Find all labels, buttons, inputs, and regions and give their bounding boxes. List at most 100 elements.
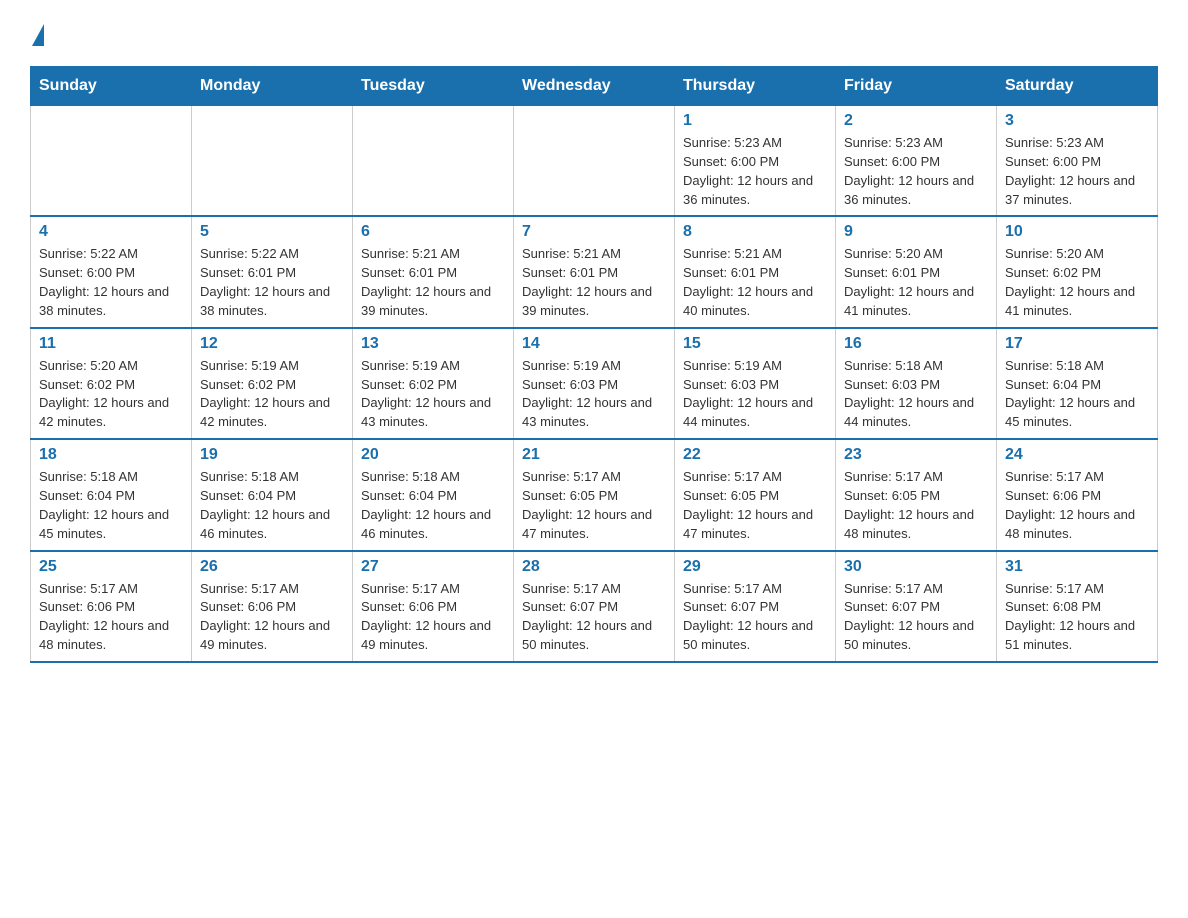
day-number: 12: [200, 335, 344, 353]
day-number: 31: [1005, 558, 1149, 576]
day-info: Sunrise: 5:17 AM Sunset: 6:06 PM Dayligh…: [39, 580, 183, 655]
day-info: Sunrise: 5:17 AM Sunset: 6:05 PM Dayligh…: [683, 468, 827, 543]
calendar-cell: 19 Sunrise: 5:18 AM Sunset: 6:04 PM Dayli…: [192, 439, 353, 550]
day-number: 11: [39, 335, 183, 353]
day-number: 14: [522, 335, 666, 353]
day-info: Sunrise: 5:19 AM Sunset: 6:02 PM Dayligh…: [200, 357, 344, 432]
day-number: 21: [522, 446, 666, 464]
day-info: Sunrise: 5:17 AM Sunset: 6:05 PM Dayligh…: [844, 468, 988, 543]
day-info: Sunrise: 5:17 AM Sunset: 6:07 PM Dayligh…: [522, 580, 666, 655]
day-info: Sunrise: 5:18 AM Sunset: 6:04 PM Dayligh…: [39, 468, 183, 543]
day-number: 26: [200, 558, 344, 576]
day-info: Sunrise: 5:21 AM Sunset: 6:01 PM Dayligh…: [361, 245, 505, 320]
calendar-cell: 22 Sunrise: 5:17 AM Sunset: 6:05 PM Dayli…: [675, 439, 836, 550]
calendar-table: SundayMondayTuesdayWednesdayThursdayFrid…: [30, 66, 1158, 663]
day-info: Sunrise: 5:19 AM Sunset: 6:02 PM Dayligh…: [361, 357, 505, 432]
calendar-cell: 15 Sunrise: 5:19 AM Sunset: 6:03 PM Dayli…: [675, 328, 836, 439]
day-number: 4: [39, 223, 183, 241]
day-info: Sunrise: 5:22 AM Sunset: 6:00 PM Dayligh…: [39, 245, 183, 320]
day-info: Sunrise: 5:17 AM Sunset: 6:07 PM Dayligh…: [844, 580, 988, 655]
calendar-cell: 23Sunrise: 5:17 AM Sunset: 6:05 PM Dayli…: [836, 439, 997, 550]
calendar-cell: 26 Sunrise: 5:17 AM Sunset: 6:06 PM Dayli…: [192, 551, 353, 662]
calendar-cell: 11 Sunrise: 5:20 AM Sunset: 6:02 PM Dayli…: [31, 328, 192, 439]
day-number: 16: [844, 335, 988, 353]
day-info: Sunrise: 5:20 AM Sunset: 6:02 PM Dayligh…: [39, 357, 183, 432]
header-tuesday: Tuesday: [353, 67, 514, 106]
calendar-cell: 7 Sunrise: 5:21 AM Sunset: 6:01 PM Daylig…: [514, 216, 675, 327]
day-info: Sunrise: 5:17 AM Sunset: 6:06 PM Dayligh…: [361, 580, 505, 655]
day-info: Sunrise: 5:17 AM Sunset: 6:06 PM Dayligh…: [200, 580, 344, 655]
day-info: Sunrise: 5:19 AM Sunset: 6:03 PM Dayligh…: [522, 357, 666, 432]
day-info: Sunrise: 5:17 AM Sunset: 6:05 PM Dayligh…: [522, 468, 666, 543]
calendar-cell: 17 Sunrise: 5:18 AM Sunset: 6:04 PM Dayli…: [997, 328, 1158, 439]
calendar-week-row: 25 Sunrise: 5:17 AM Sunset: 6:06 PM Dayli…: [31, 551, 1158, 662]
calendar-cell: 12 Sunrise: 5:19 AM Sunset: 6:02 PM Dayli…: [192, 328, 353, 439]
day-number: 3: [1005, 112, 1149, 130]
calendar-cell: 10 Sunrise: 5:20 AM Sunset: 6:02 PM Dayli…: [997, 216, 1158, 327]
day-info: Sunrise: 5:18 AM Sunset: 6:04 PM Dayligh…: [200, 468, 344, 543]
day-info: Sunrise: 5:21 AM Sunset: 6:01 PM Dayligh…: [522, 245, 666, 320]
calendar-cell: 1 Sunrise: 5:23 AM Sunset: 6:00 PM Daylig…: [675, 106, 836, 217]
header-sunday: Sunday: [31, 67, 192, 106]
calendar-cell: 14 Sunrise: 5:19 AM Sunset: 6:03 PM Dayli…: [514, 328, 675, 439]
calendar-cell: [31, 106, 192, 217]
calendar-cell: 6 Sunrise: 5:21 AM Sunset: 6:01 PM Daylig…: [353, 216, 514, 327]
day-number: 15: [683, 335, 827, 353]
day-info: Sunrise: 5:17 AM Sunset: 6:08 PM Dayligh…: [1005, 580, 1149, 655]
calendar-week-row: 1 Sunrise: 5:23 AM Sunset: 6:00 PM Daylig…: [31, 106, 1158, 217]
day-number: 10: [1005, 223, 1149, 241]
calendar-cell: 4 Sunrise: 5:22 AM Sunset: 6:00 PM Daylig…: [31, 216, 192, 327]
day-number: 9: [844, 223, 988, 241]
calendar-cell: 5Sunrise: 5:22 AM Sunset: 6:01 PM Daylig…: [192, 216, 353, 327]
day-info: Sunrise: 5:20 AM Sunset: 6:02 PM Dayligh…: [1005, 245, 1149, 320]
page-header: [30, 20, 1158, 46]
day-info: Sunrise: 5:18 AM Sunset: 6:04 PM Dayligh…: [1005, 357, 1149, 432]
day-number: 19: [200, 446, 344, 464]
calendar-cell: 3 Sunrise: 5:23 AM Sunset: 6:00 PM Daylig…: [997, 106, 1158, 217]
day-info: Sunrise: 5:17 AM Sunset: 6:07 PM Dayligh…: [683, 580, 827, 655]
day-number: 18: [39, 446, 183, 464]
day-number: 6: [361, 223, 505, 241]
calendar-cell: 20Sunrise: 5:18 AM Sunset: 6:04 PM Dayli…: [353, 439, 514, 550]
day-info: Sunrise: 5:19 AM Sunset: 6:03 PM Dayligh…: [683, 357, 827, 432]
day-number: 13: [361, 335, 505, 353]
day-info: Sunrise: 5:23 AM Sunset: 6:00 PM Dayligh…: [1005, 134, 1149, 209]
day-number: 17: [1005, 335, 1149, 353]
header-wednesday: Wednesday: [514, 67, 675, 106]
logo-triangle-icon: [32, 24, 44, 46]
calendar-week-row: 4 Sunrise: 5:22 AM Sunset: 6:00 PM Daylig…: [31, 216, 1158, 327]
day-number: 24: [1005, 446, 1149, 464]
day-number: 22: [683, 446, 827, 464]
calendar-cell: [192, 106, 353, 217]
calendar-cell: 25 Sunrise: 5:17 AM Sunset: 6:06 PM Dayli…: [31, 551, 192, 662]
calendar-cell: 29Sunrise: 5:17 AM Sunset: 6:07 PM Dayli…: [675, 551, 836, 662]
header-saturday: Saturday: [997, 67, 1158, 106]
calendar-cell: 30Sunrise: 5:17 AM Sunset: 6:07 PM Dayli…: [836, 551, 997, 662]
header-thursday: Thursday: [675, 67, 836, 106]
calendar-cell: 18 Sunrise: 5:18 AM Sunset: 6:04 PM Dayli…: [31, 439, 192, 550]
calendar-cell: 13 Sunrise: 5:19 AM Sunset: 6:02 PM Dayli…: [353, 328, 514, 439]
calendar-cell: 9Sunrise: 5:20 AM Sunset: 6:01 PM Daylig…: [836, 216, 997, 327]
day-info: Sunrise: 5:23 AM Sunset: 6:00 PM Dayligh…: [683, 134, 827, 209]
calendar-week-row: 18 Sunrise: 5:18 AM Sunset: 6:04 PM Dayli…: [31, 439, 1158, 550]
calendar-cell: [514, 106, 675, 217]
calendar-cell: 21 Sunrise: 5:17 AM Sunset: 6:05 PM Dayli…: [514, 439, 675, 550]
calendar-cell: 27 Sunrise: 5:17 AM Sunset: 6:06 PM Dayli…: [353, 551, 514, 662]
day-info: Sunrise: 5:21 AM Sunset: 6:01 PM Dayligh…: [683, 245, 827, 320]
logo: [30, 20, 44, 46]
calendar-cell: 8Sunrise: 5:21 AM Sunset: 6:01 PM Daylig…: [675, 216, 836, 327]
calendar-cell: 2Sunrise: 5:23 AM Sunset: 6:00 PM Daylig…: [836, 106, 997, 217]
calendar-week-row: 11 Sunrise: 5:20 AM Sunset: 6:02 PM Dayli…: [31, 328, 1158, 439]
day-info: Sunrise: 5:23 AM Sunset: 6:00 PM Dayligh…: [844, 134, 988, 209]
day-number: 7: [522, 223, 666, 241]
day-number: 28: [522, 558, 666, 576]
day-number: 25: [39, 558, 183, 576]
calendar-cell: 28 Sunrise: 5:17 AM Sunset: 6:07 PM Dayli…: [514, 551, 675, 662]
day-number: 1: [683, 112, 827, 130]
day-number: 20: [361, 446, 505, 464]
calendar-header-row: SundayMondayTuesdayWednesdayThursdayFrid…: [31, 67, 1158, 106]
header-monday: Monday: [192, 67, 353, 106]
day-number: 27: [361, 558, 505, 576]
day-info: Sunrise: 5:18 AM Sunset: 6:03 PM Dayligh…: [844, 357, 988, 432]
calendar-cell: 24Sunrise: 5:17 AM Sunset: 6:06 PM Dayli…: [997, 439, 1158, 550]
